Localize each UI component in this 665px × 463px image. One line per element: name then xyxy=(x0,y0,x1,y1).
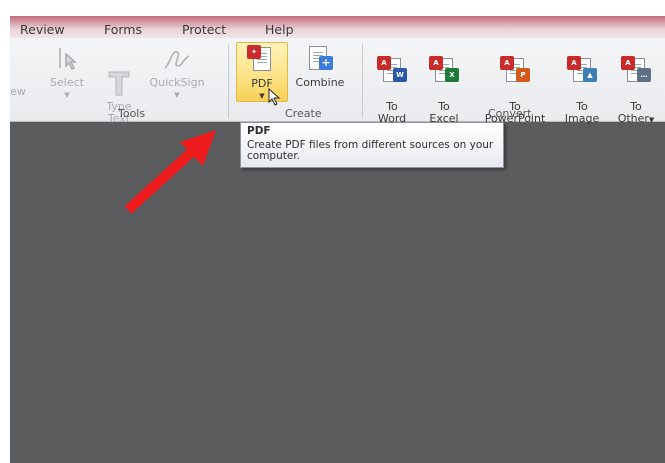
red-arrow-annotation xyxy=(124,130,216,214)
screen-photo: Review Forms Protect Help ew Select ▼ Ty… xyxy=(10,16,665,463)
